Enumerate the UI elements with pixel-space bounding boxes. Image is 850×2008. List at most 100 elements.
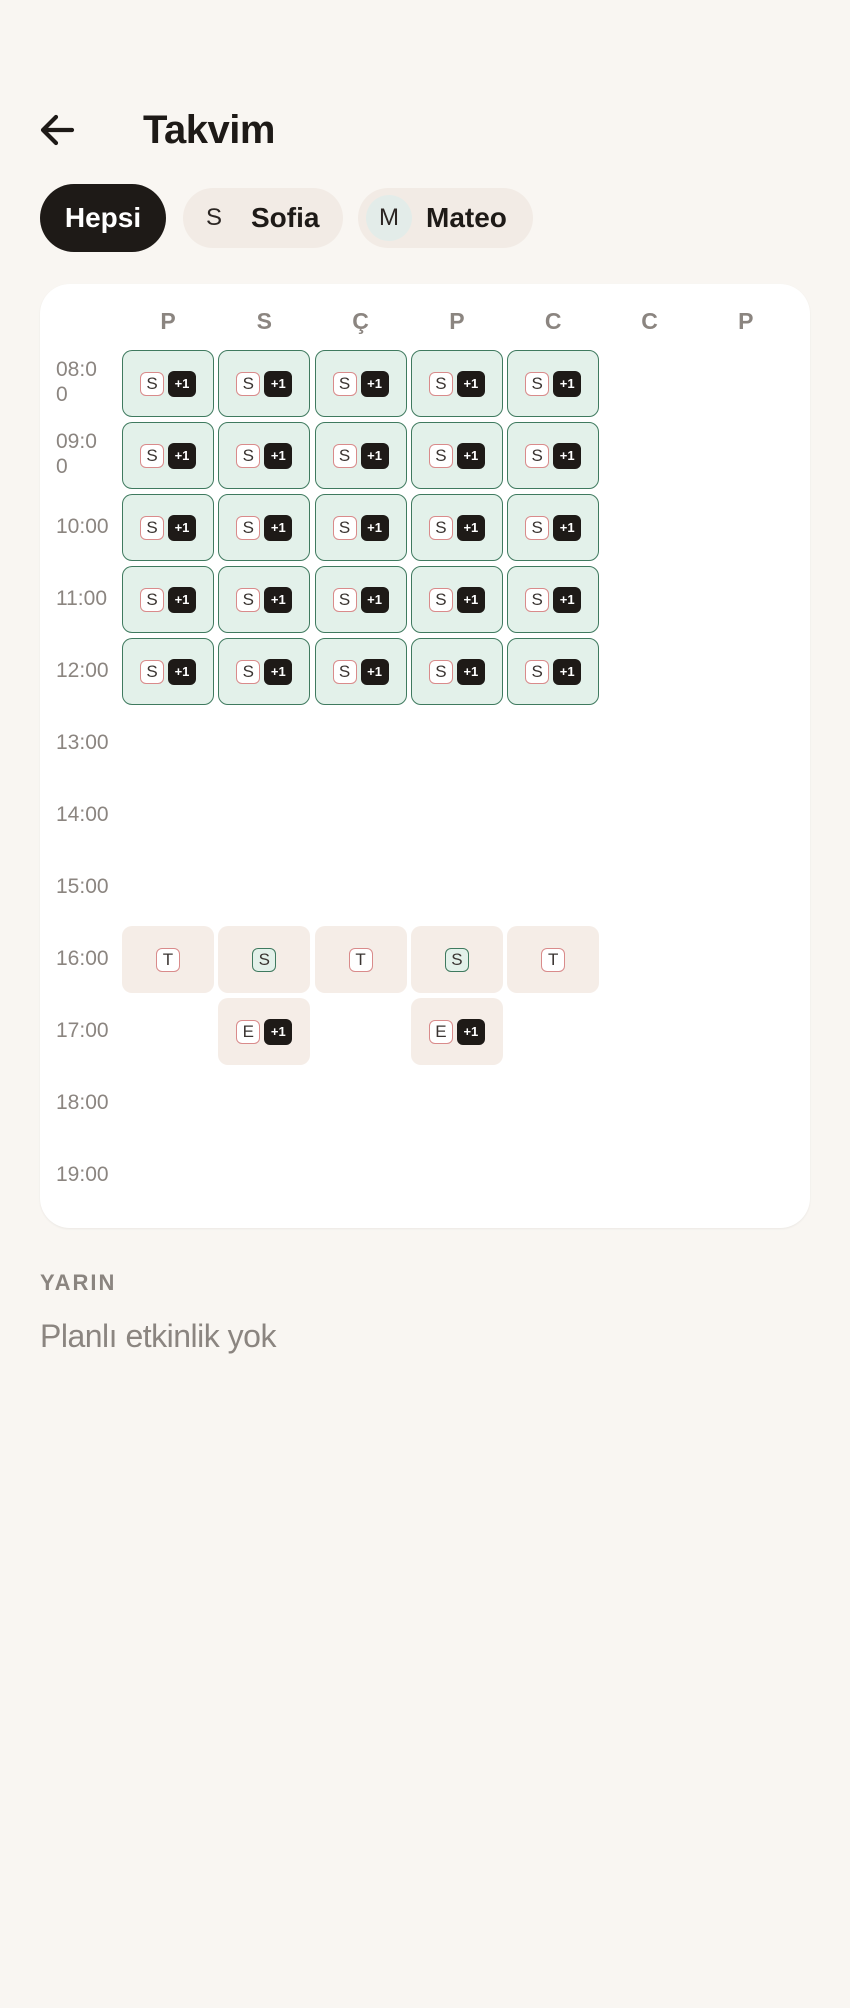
calendar-event[interactable]: S +1 [410, 422, 503, 489]
page-title: Takvim [143, 108, 275, 152]
calendar-event[interactable]: S +1 [410, 638, 503, 705]
more-badge: +1 [264, 1018, 293, 1045]
calendar-event[interactable]: S [410, 926, 503, 993]
more-badge: +1 [360, 658, 389, 685]
event-tag: S [140, 371, 164, 396]
event-tag: S [140, 587, 164, 612]
event-tag: E [236, 1019, 261, 1044]
calendar-event[interactable]: S +1 [507, 494, 600, 561]
event-tag: T [348, 947, 373, 972]
time-label: 10:00 [56, 515, 109, 538]
calendar-event[interactable]: T [507, 926, 600, 993]
time-label: 15:00 [56, 875, 109, 898]
calendar-event[interactable]: S +1 [314, 494, 407, 561]
calendar-event[interactable]: S +1 [507, 566, 600, 633]
week-calendar: P S Ç P C C P 08:0 0 09:0 0 10:00 11:00 12:00 13:00 1… [40, 284, 810, 1228]
day-header: Ç [352, 308, 369, 334]
event-tag: S [428, 587, 453, 612]
more-badge: +1 [456, 1018, 485, 1045]
filter-chip-mateo[interactable]: M Mateo [358, 188, 533, 248]
avatar: M [366, 195, 412, 241]
more-badge: +1 [456, 370, 485, 397]
day-header: C [641, 308, 658, 334]
calendar-event[interactable]: S +1 [507, 638, 600, 705]
calendar-event[interactable]: S +1 [218, 422, 311, 489]
time-label: 13:00 [56, 731, 109, 754]
calendar-event[interactable]: S +1 [314, 422, 407, 489]
calendar-event[interactable]: S +1 [122, 422, 214, 489]
calendar-event[interactable]: E +1 [218, 998, 311, 1065]
event-tag: S [444, 947, 469, 972]
calendar-event[interactable]: S +1 [410, 566, 503, 633]
event-tag: S [332, 371, 357, 396]
more-badge: +1 [264, 658, 293, 685]
time-label: 09:0 0 [56, 430, 97, 478]
calendar-event[interactable]: T [314, 926, 407, 993]
more-badge: +1 [553, 586, 582, 613]
event-tag: S [525, 659, 550, 684]
calendar-event[interactable]: S +1 [507, 350, 600, 417]
calendar-event[interactable]: S [218, 926, 311, 993]
event-tag: S [525, 587, 550, 612]
arrow-left-icon [40, 114, 75, 146]
time-label: 19:00 [56, 1163, 109, 1186]
calendar-event[interactable]: S +1 [507, 422, 600, 489]
calendar-event[interactable]: S +1 [122, 566, 214, 633]
event-tag: S [236, 443, 261, 468]
calendar-event[interactable]: S +1 [218, 494, 311, 561]
calendar-event[interactable]: S +1 [122, 638, 214, 705]
filter-chip-all[interactable]: Hepsi [40, 184, 166, 252]
more-badge: +1 [553, 370, 582, 397]
calendar-event[interactable]: S +1 [314, 350, 407, 417]
time-label: 11:00 [56, 587, 107, 610]
time-label: 18:00 [56, 1091, 109, 1114]
calendar-event[interactable]: S +1 [218, 350, 311, 417]
back-button[interactable] [34, 106, 82, 154]
calendar-event[interactable]: S +1 [314, 566, 407, 633]
event-tag: S [252, 947, 277, 972]
calendar-event[interactable]: S +1 [218, 566, 311, 633]
time-label: 17:00 [56, 1019, 109, 1042]
more-badge: +1 [456, 442, 485, 469]
calendar-event[interactable]: E +1 [410, 998, 503, 1065]
more-badge: +1 [456, 586, 485, 613]
event-tag: S [525, 443, 550, 468]
time-label: 14:00 [56, 803, 109, 826]
event-tag: S [428, 371, 453, 396]
filter-chip-sofia[interactable]: S Sofia [183, 188, 343, 248]
more-badge: +1 [168, 442, 196, 469]
event-tag: S [332, 443, 357, 468]
event-tag: S [428, 659, 453, 684]
event-tag: S [525, 371, 550, 396]
event-tag: S [236, 515, 261, 540]
more-badge: +1 [264, 586, 293, 613]
calendar-event[interactable]: S +1 [122, 494, 214, 561]
more-badge: +1 [168, 370, 196, 397]
calendar-event[interactable]: S +1 [410, 494, 503, 561]
more-badge: +1 [264, 370, 293, 397]
more-badge: +1 [168, 586, 196, 613]
day-header: P [738, 308, 754, 334]
calendar-event[interactable]: S +1 [314, 638, 407, 705]
filter-chip-label: Mateo [426, 202, 507, 233]
time-label: 16:00 [56, 947, 109, 970]
more-badge: +1 [553, 658, 582, 685]
more-badge: +1 [456, 658, 485, 685]
more-badge: +1 [264, 514, 293, 541]
empty-state-text: Planlı etkinlik yok [40, 1318, 276, 1354]
calendar-event[interactable]: S +1 [410, 350, 503, 417]
calendar-event[interactable]: T [122, 926, 214, 993]
more-badge: +1 [264, 442, 293, 469]
event-tag: S [236, 587, 261, 612]
avatar: S [191, 195, 237, 241]
event-tag: S [428, 515, 453, 540]
more-badge: +1 [168, 514, 196, 541]
calendar-event[interactable]: S +1 [122, 350, 214, 417]
event-tag: S [332, 587, 357, 612]
calendar-event[interactable]: S +1 [218, 638, 311, 705]
event-tag: S [236, 659, 261, 684]
more-badge: +1 [553, 442, 582, 469]
more-badge: +1 [360, 514, 389, 541]
event-tag: S [140, 443, 164, 468]
event-tag: S [332, 515, 357, 540]
